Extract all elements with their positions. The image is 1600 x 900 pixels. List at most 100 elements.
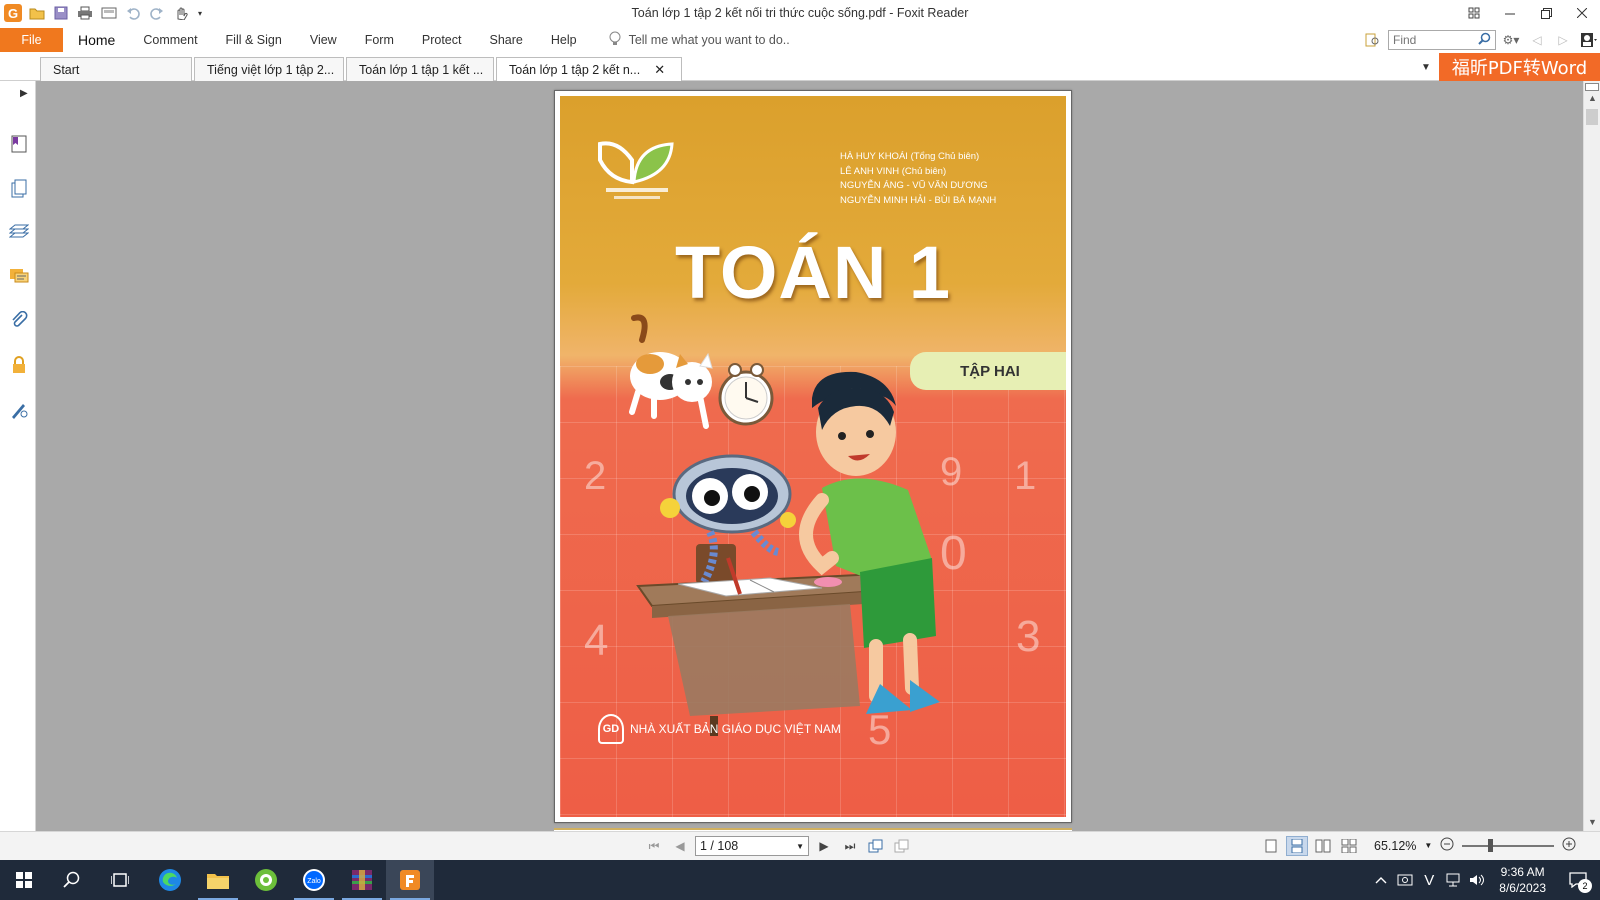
tab-view[interactable]: View [296,28,351,52]
continuous-facing-icon[interactable] [1338,836,1360,856]
pdf-page: HÀ HUY KHOÁI (Tổng Chủ biên) LÊ ANH VINH… [554,90,1072,823]
customize-dropdown-icon[interactable]: ▾ [196,4,204,22]
undo-icon[interactable] [124,4,142,22]
foxit-logo-icon[interactable]: G [4,4,22,22]
next-page-icon[interactable]: ▶ [813,836,835,856]
doc-tab-start[interactable]: Start [40,57,192,81]
hand-tool-icon[interactable] [172,4,190,22]
security-lock-icon[interactable] [8,354,30,376]
coccoc-browser-icon[interactable] [242,860,290,900]
layers-icon[interactable] [8,222,30,244]
print-icon[interactable] [76,4,94,22]
zoom-out-icon[interactable] [1440,837,1454,854]
find-input[interactable] [1393,33,1473,47]
minimize-icon[interactable] [1492,0,1528,26]
tab-list-dropdown-icon[interactable]: ▼ [1421,62,1431,73]
bookmark-icon[interactable] [8,133,30,155]
winrar-icon[interactable] [338,860,386,900]
clock-date: 8/6/2023 [1499,881,1546,895]
zoom-dropdown-icon[interactable]: ▼ [1424,841,1432,850]
next-result-icon[interactable]: ▷ [1552,30,1574,50]
page-number-field[interactable]: 1 / 108 ▼ [695,836,809,856]
robot-illustration [660,454,796,584]
grid-number: 4 [584,616,609,665]
facing-pages-icon[interactable] [1312,836,1334,856]
grid-number: 0 [940,527,967,580]
search-document-icon[interactable] [1362,30,1384,50]
user-account-icon[interactable] [1578,30,1600,50]
quick-access-toolbar: G ▾ [4,4,204,22]
previous-view-icon[interactable] [865,836,887,856]
windows-taskbar: Zalo V 9:36 AM 8/6/2023 2 [0,860,1600,900]
unikey-v-icon[interactable]: V [1417,860,1441,900]
tab-fill-sign[interactable]: Fill & Sign [212,28,296,52]
grid-number: 5 [868,706,892,753]
tab-home[interactable]: Home [64,28,129,52]
last-page-icon[interactable]: ⏭ [839,836,861,856]
scroll-thumb[interactable] [1586,109,1598,125]
page-number-value: 1 / 108 [700,839,739,853]
vertical-scrollbar[interactable]: ▲ ▼ [1583,81,1600,831]
scan-icon[interactable] [100,4,118,22]
signature-icon[interactable] [8,399,30,421]
volume-icon[interactable] [1465,860,1489,900]
ribbon-display-icon[interactable] [1456,0,1492,26]
chevron-down-icon[interactable]: ▼ [796,842,804,851]
redo-icon[interactable] [148,4,166,22]
restore-icon[interactable] [1528,0,1564,26]
windows-start-icon[interactable] [0,860,48,900]
document-view[interactable]: HÀ HUY KHOÁI (Tổng Chủ biên) LÊ ANH VINH… [36,81,1583,831]
find-field[interactable] [1388,30,1496,50]
cat-illustration [629,314,713,429]
comments-icon[interactable] [8,266,30,288]
save-icon[interactable] [52,4,70,22]
close-window-icon[interactable] [1564,0,1600,26]
close-tab-icon[interactable]: ✕ [654,62,665,78]
system-clock[interactable]: 9:36 AM 8/6/2023 [1489,864,1556,896]
file-explorer-icon[interactable] [194,860,242,900]
tab-share[interactable]: Share [475,28,536,52]
doc-tab-tieng-viet[interactable]: Tiếng việt lớp 1 tập 2... [194,57,344,81]
next-view-icon[interactable] [891,836,913,856]
publisher-logo: GD [598,714,624,744]
expand-panel-icon[interactable]: ▶ [20,88,28,99]
continuous-page-icon[interactable] [1286,836,1308,856]
attachment-icon[interactable] [8,310,30,332]
single-page-icon[interactable] [1260,836,1282,856]
zoom-slider[interactable] [1462,838,1555,852]
foxit-reader-taskbar-icon[interactable] [386,860,434,900]
network-icon[interactable] [1441,860,1465,900]
split-view-handle[interactable] [1585,83,1599,91]
doc-tab-toan-tap-2[interactable]: Toán lớp 1 tập 2 kết n... ✕ [496,57,682,82]
search-taskbar-icon[interactable] [48,860,96,900]
tab-comment[interactable]: Comment [129,28,211,52]
previous-page-icon[interactable]: ◀ [669,836,691,856]
zoom-level[interactable]: 65.12% [1374,839,1416,853]
gear-icon[interactable]: ⚙▾ [1500,30,1522,50]
open-folder-icon[interactable] [28,4,46,22]
search-icon[interactable] [1478,32,1491,48]
previous-result-icon[interactable]: ◁ [1526,30,1548,50]
task-view-icon[interactable] [96,860,144,900]
file-menu-button[interactable]: File [0,28,63,52]
tab-form[interactable]: Form [351,28,408,52]
scroll-down-icon[interactable]: ▼ [1588,817,1597,827]
screen-capture-icon[interactable] [1393,860,1417,900]
tab-help[interactable]: Help [537,28,591,52]
zoom-in-icon[interactable] [1562,837,1576,854]
grid-number: 9 [940,450,963,494]
tab-protect[interactable]: Protect [408,28,476,52]
zalo-icon[interactable]: Zalo [290,860,338,900]
status-bar: ⏮ ◀ 1 / 108 ▼ ▶ ⏭ 65.12% ▼ [0,831,1600,860]
zoom-slider-knob[interactable] [1488,838,1494,852]
pages-thumbnail-icon[interactable] [8,178,30,200]
tell-me-box[interactable]: Tell me what you want to do.. [609,31,790,50]
scroll-up-icon[interactable]: ▲ [1588,93,1597,103]
first-page-icon[interactable]: ⏮ [643,836,665,856]
tell-me-placeholder: Tell me what you want to do.. [628,33,790,47]
doc-tab-toan-tap-1[interactable]: Toán lớp 1 tập 1 kết ... [346,57,494,81]
show-hidden-icons-icon[interactable] [1369,860,1393,900]
notification-center-icon[interactable]: 2 [1556,860,1600,900]
edge-browser-icon[interactable] [146,860,194,900]
pdf-to-word-promo-button[interactable]: 福昕PDF转Word [1439,53,1600,81]
